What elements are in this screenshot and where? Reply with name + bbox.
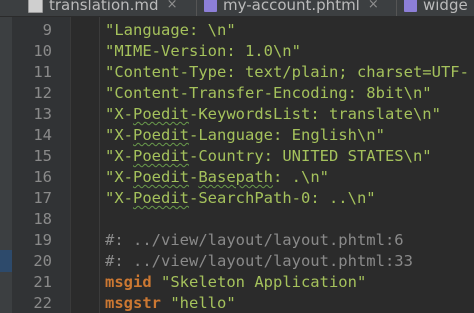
string-literal: "X- [105, 189, 133, 207]
string-literal: "Skeleton Application" [151, 273, 367, 291]
markdown-file-icon [28, 0, 43, 13]
string-literal: "X- [105, 147, 133, 165]
tab-label: my-account.phtml [223, 0, 360, 14]
string-literal: "Language: \n" [105, 21, 236, 39]
editor-window: translation.md × my-account.phtml × widg… [0, 0, 474, 313]
indent-guide [99, 17, 100, 313]
spellcheck-word: Poedit [133, 105, 189, 123]
string-literal: "Content-Type: text/plain; charset=UTF- [105, 63, 469, 81]
line-number: 18 [33, 210, 52, 228]
code-line[interactable]: "MIME-Version: 1.0\n" [105, 41, 301, 61]
keyword-msgid: msgid [105, 273, 152, 291]
tool-window-highlight[interactable] [0, 250, 12, 272]
line-number: 15 [33, 147, 52, 165]
gutter-divider [70, 17, 71, 313]
php-file-icon [404, 0, 417, 12]
code-line[interactable]: #: ../view/layout/layout.phtml:33 [105, 251, 413, 271]
string-literal: - [189, 168, 199, 186]
string-literal: -KeywordsList: translate\n" [189, 105, 441, 123]
spellcheck-word: Poedit [133, 126, 189, 144]
line-number: 11 [33, 63, 52, 81]
code-line[interactable]: "X-Poedit-Country: UNITED STATES\n" [105, 146, 432, 166]
code-line[interactable]: msgstr "hello" [105, 293, 236, 313]
tab-label: translation.md [49, 0, 159, 14]
code-line[interactable]: "X-Poedit-KeywordsList: translate\n" [105, 104, 441, 124]
code-line[interactable]: "X-Poedit-SearchPath-0: ..\n" [105, 188, 376, 208]
string-literal: "X- [105, 126, 133, 144]
spellcheck-word: Basepath [198, 168, 273, 186]
code-line[interactable]: "Content-Transfer-Encoding: 8bit\n" [105, 83, 432, 103]
string-literal: "MIME-Version: 1.0\n" [105, 42, 301, 60]
string-literal: -Country: UNITED STATES\n" [189, 147, 432, 165]
comment: #: ../view/layout/layout.phtml:6 [105, 231, 404, 249]
string-literal: "X- [105, 168, 133, 186]
spellcheck-word: Poedit [133, 189, 189, 207]
close-icon[interactable]: × [368, 0, 379, 12]
spellcheck-word: Poedit [133, 168, 189, 186]
string-literal: : .\n" [273, 168, 329, 186]
line-number: 16 [33, 168, 52, 186]
line-number: 9 [42, 21, 52, 39]
keyword-msgstr: msgstr [105, 294, 161, 312]
code-line[interactable]: "X-Poedit-Basepath: .\n" [105, 167, 329, 187]
close-icon[interactable]: × [167, 0, 178, 12]
code-line[interactable]: #: ../view/layout/layout.phtml:6 [105, 230, 404, 250]
editor-tab-bar: translation.md × my-account.phtml × widg… [0, 0, 474, 17]
tab-label: widge [423, 0, 468, 14]
line-number: 19 [33, 231, 52, 249]
tab-divider [196, 0, 197, 16]
line-number: 22 [33, 294, 52, 312]
string-literal: -Language: English\n" [189, 126, 385, 144]
string-literal: "X- [105, 105, 133, 123]
spellcheck-word: Poedit [133, 147, 189, 165]
string-literal: -SearchPath-0: ..\n" [189, 189, 376, 207]
string-literal: "Content-Transfer-Encoding: 8bit\n" [105, 84, 432, 102]
line-number: 14 [33, 126, 52, 144]
php-file-icon [204, 0, 217, 12]
tab-translation-md[interactable]: translation.md × [28, 0, 177, 15]
tab-my-account-phtml[interactable]: my-account.phtml × [204, 0, 379, 15]
line-number: 13 [33, 105, 52, 123]
line-number: 20 [33, 252, 52, 270]
comment: #: ../view/layout/layout.phtml:33 [105, 252, 413, 270]
line-number: 12 [33, 84, 52, 102]
line-number: 10 [33, 42, 52, 60]
tab-divider [396, 0, 397, 16]
line-number: 17 [33, 189, 52, 207]
line-number: 21 [33, 273, 52, 291]
code-line[interactable]: "Content-Type: text/plain; charset=UTF- [105, 62, 469, 82]
tab-widge[interactable]: widge [404, 0, 468, 15]
code-line[interactable]: "Language: \n" [105, 20, 236, 40]
string-literal: "hello" [161, 294, 236, 312]
code-line[interactable]: msgid "Skeleton Application" [105, 272, 366, 292]
code-line[interactable]: "X-Poedit-Language: English\n" [105, 125, 385, 145]
